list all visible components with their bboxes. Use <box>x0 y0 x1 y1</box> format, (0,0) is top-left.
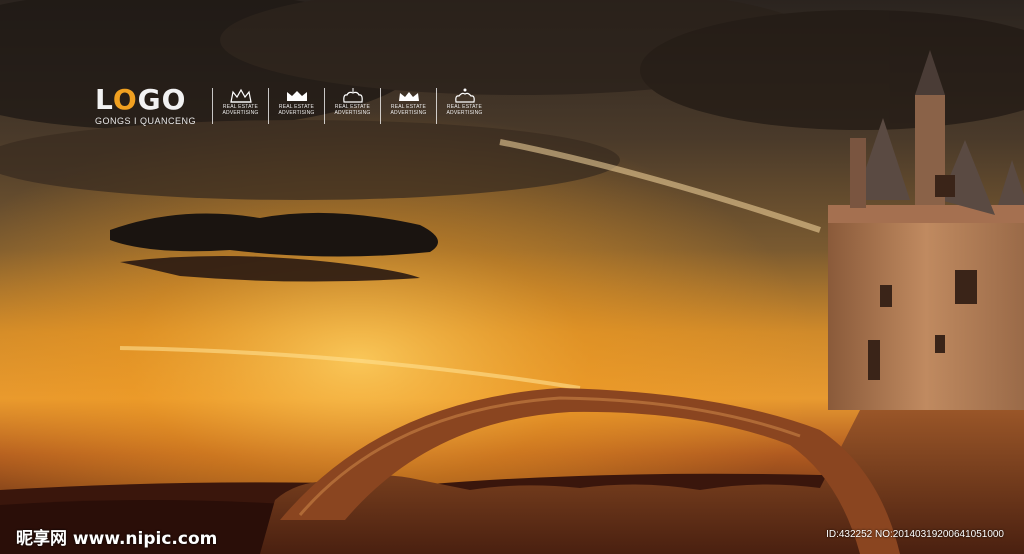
crown-badge-3: REAL ESTATE ADVERTISING <box>324 88 380 124</box>
site-watermark: 昵享网 www.nipic.com <box>16 529 218 549</box>
crown-badge-1: REAL ESTATE ADVERTISING <box>212 88 268 124</box>
crown-icon <box>398 92 419 101</box>
crown-badges: REAL ESTATE ADVERTISING REAL ESTATE ADVE… <box>212 88 492 124</box>
logo-tagline: GONGS I QUANCENG <box>95 116 197 126</box>
crown-badge-5: REAL ESTATE ADVERTISING <box>436 88 492 124</box>
crown-icon <box>229 88 252 103</box>
crown-icon <box>342 88 363 103</box>
crown-caption-line2: ADVERTISING <box>390 110 427 116</box>
crown-caption-line2: ADVERTISING <box>446 110 483 116</box>
crown-badge-2: REAL ESTATE ADVERTISING <box>268 88 324 124</box>
logo[interactable]: LOGO GONGS I QUANCENG <box>95 83 197 127</box>
crown-caption-line2: ADVERTISING <box>278 110 315 116</box>
logo-wordmark: LOGO <box>95 83 187 116</box>
crown-icon <box>454 88 475 103</box>
crown-caption-line2: ADVERTISING <box>334 110 371 116</box>
image-id-watermark: ID:432252 NO:20140319200641051000 <box>826 529 1004 540</box>
crown-icon <box>286 91 307 101</box>
crown-caption-line2: ADVERTISING <box>222 110 259 116</box>
crown-badge-4: REAL ESTATE ADVERTISING <box>380 88 436 124</box>
